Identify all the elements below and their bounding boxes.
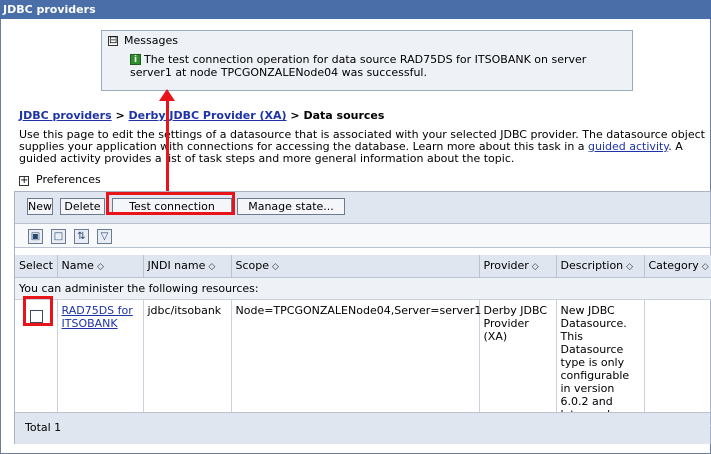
breadcrumb: JDBC providers > Derby JDBC Provider (XA…: [19, 109, 384, 122]
datasources-panel: New Delete Test connection Manage state.…: [14, 191, 711, 444]
sort-icon[interactable]: ◇: [272, 262, 279, 272]
column-select: Select: [15, 255, 58, 278]
column-scope-label: Scope: [235, 259, 270, 273]
column-description-label: Description: [560, 259, 624, 273]
column-category[interactable]: Category ◇: [644, 255, 711, 278]
window-title: JDBC providers: [0, 0, 711, 19]
breadcrumb-derby-provider[interactable]: Derby JDBC Provider (XA): [129, 109, 287, 122]
column-name[interactable]: Name ◇: [57, 255, 144, 278]
datasource-link[interactable]: RAD75DS for ITSOBANK: [62, 304, 133, 330]
annotation-arrow-shaft: [166, 96, 169, 191]
category-cell: [644, 299, 711, 426]
column-category-label: Category: [648, 259, 699, 273]
guided-activity-link[interactable]: guided activity: [588, 140, 668, 153]
sort-icon[interactable]: ◇: [208, 262, 215, 272]
expand-preferences-icon[interactable]: +: [19, 176, 29, 186]
table-header: Select Name ◇ JNDI name ◇ Scope ◇ Provider ◇…: [15, 255, 711, 278]
arrow-up-icon: [159, 89, 175, 101]
table-row: RAD75DS for ITSOBANK jdbc/itsobank Node=…: [15, 299, 711, 426]
delete-button[interactable]: Delete: [60, 198, 105, 215]
column-name-label: Name: [61, 259, 94, 273]
test-connection-highlight: [106, 192, 235, 215]
messages-title: Messages: [124, 34, 178, 47]
info-icon: i: [130, 54, 141, 65]
message-text: The test connection operation for data s…: [130, 53, 587, 79]
collapse-icon[interactable]: ⊟: [108, 36, 118, 46]
sort-icon[interactable]: ◇: [532, 262, 539, 272]
show-filter-icon[interactable]: ▽: [97, 229, 112, 244]
provider-cell: Derby JDBC Provider (XA): [479, 299, 557, 426]
column-description[interactable]: Description ◇: [556, 255, 645, 278]
sort-icon[interactable]: ◇: [702, 262, 709, 272]
breadcrumb-separator: >: [115, 109, 125, 122]
column-provider-label: Provider: [483, 259, 529, 273]
description-cell: New JDBC Datasource. This Datasource typ…: [556, 299, 645, 426]
column-jndi-label: JNDI name: [147, 259, 206, 273]
new-button[interactable]: New: [27, 198, 53, 215]
scope-cell: Node=TPCGONZALENode04,Server=server1: [231, 299, 481, 426]
sort-icon[interactable]: ◇: [626, 262, 633, 272]
total-count: Total 1: [15, 412, 710, 444]
sort-icon[interactable]: ◇: [97, 262, 104, 272]
name-cell: RAD75DS for ITSOBANK: [57, 299, 144, 426]
breadcrumb-current: Data sources: [303, 109, 385, 122]
page-description: Use this page to edit the settings of a …: [19, 129, 709, 165]
column-provider[interactable]: Provider ◇: [479, 255, 557, 278]
datasources-table: Select Name ◇ JNDI name ◇ Scope ◇ Provider ◇…: [15, 255, 711, 426]
deselect-all-icon[interactable]: □: [51, 229, 66, 244]
expand-filter-icon[interactable]: ⇅: [74, 229, 89, 244]
messages-box: ⊟ Messages The test connection operation…: [101, 30, 633, 91]
admin-text: You can administer the following resourc…: [15, 277, 711, 300]
checkbox-highlight: [23, 296, 53, 326]
select-all-icon[interactable]: ▣: [28, 229, 43, 244]
breadcrumb-separator: >: [290, 109, 300, 122]
admin-row: You can administer the following resourc…: [15, 277, 711, 300]
jndi-cell: jdbc/itsobank: [143, 299, 232, 426]
column-jndi-name[interactable]: JNDI name ◇: [143, 255, 232, 278]
manage-state-button[interactable]: Manage state...: [237, 198, 345, 215]
icon-toolbar: ▣ □ ⇅ ▽: [15, 224, 710, 248]
column-scope[interactable]: Scope ◇: [231, 255, 480, 278]
preferences-label[interactable]: Preferences: [36, 173, 101, 186]
breadcrumb-jdbc-providers[interactable]: JDBC providers: [19, 109, 112, 122]
